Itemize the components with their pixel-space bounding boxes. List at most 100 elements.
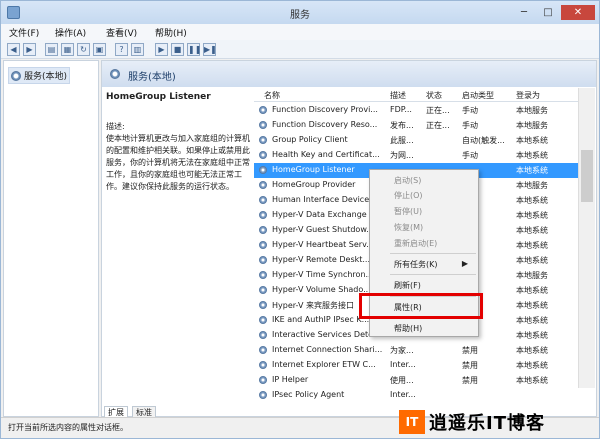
service-gear-icon [259,106,267,114]
pause-icon[interactable]: ❚❚ [187,43,201,56]
table-row[interactable]: Group Policy Client 此服... 自动(触发... 本地系统 [254,133,584,148]
cell-logon-as: 本地系统 [516,136,548,145]
stop-icon[interactable]: ■ [171,43,184,56]
service-gear-icon [259,151,267,159]
cell-description: Inter... [390,360,416,369]
ctx-pause[interactable]: 暂停(U) [394,206,422,217]
submenu-arrow-icon: ▶ [461,259,468,268]
close-button[interactable]: ✕ [561,5,595,20]
cell-name: Function Discovery Reso... [272,120,378,129]
watermark-text: 逍遥乐IT博客 [429,412,545,434]
gear-icon [110,69,120,79]
service-gear-icon [259,121,267,129]
ctx-restart[interactable]: 重新启动(E) [394,238,437,249]
menu-action[interactable]: 操作(A) [55,26,86,39]
export-icon[interactable]: ▣ [93,43,106,56]
service-gear-icon [259,241,267,249]
restart-icon[interactable]: ▶❚ [203,43,217,56]
vertical-scrollbar[interactable] [578,88,595,388]
ctx-all-tasks[interactable]: 所有任务(K) [394,259,438,270]
cell-logon-as: 本地系统 [516,346,548,355]
menu-bar: 文件(F) 操作(A) 查看(V) 帮助(H) [1,24,599,40]
highlight-frame [359,293,483,319]
cell-startup-type: 禁用 [462,361,478,370]
cell-status: 正在... [426,121,450,130]
service-gear-icon [259,136,267,144]
service-gear-icon [259,196,267,204]
cell-name: Hyper-V Data Exchange ... [272,210,377,219]
cell-name: Hyper-V Remote Deskt... [272,255,371,264]
column-description[interactable]: 描述 [390,90,406,101]
ctx-refresh[interactable]: 刷新(F) [394,280,421,291]
table-row[interactable]: IP Helper 使用... 禁用 本地系统 [254,373,584,388]
cell-logon-as: 本地系统 [516,166,548,175]
cell-logon-as: 本地系统 [516,196,548,205]
column-logon-as[interactable]: 登录为 [516,90,540,101]
cell-status: 正在... [426,106,450,115]
ctx-stop[interactable]: 停止(O) [394,190,423,201]
cell-logon-as: 本地系统 [516,331,548,340]
cell-startup-type: 自动(触发... [462,136,505,145]
cell-logon-as: 本地服务 [516,271,548,280]
table-row[interactable]: Function Discovery Reso... 发布... 正在... 手动 本地… [254,118,584,133]
table-row[interactable]: Internet Explorer ETW C... Inter... 禁用 本地系统 [254,358,584,373]
cell-name: Hyper-V Time Synchron... [272,270,374,279]
cell-name: Internet Explorer ETW C... [272,360,376,369]
maximize-button[interactable]: □ [537,5,559,20]
table-row[interactable]: Internet Connection Shari... 为家... 禁用 本地系统 [254,343,584,358]
cell-name: HomeGroup Listener [272,165,355,174]
cell-name: Hyper-V Guest Shutdow... [272,225,374,234]
panel-title: 服务(本地) [128,72,176,83]
show-hide-icon[interactable]: ▤ [45,43,58,56]
minimize-button[interactable]: ─ [513,5,535,20]
ctx-resume[interactable]: 恢复(M) [394,222,423,233]
cell-logon-as: 本地系统 [516,376,548,385]
cell-startup-type: 手动 [462,106,478,115]
service-gear-icon [259,181,267,189]
cell-description: Inter... [390,390,416,399]
gear-icon [11,70,21,81]
service-gear-icon [259,286,267,294]
cell-logon-as: 本地服务 [516,121,548,130]
cell-logon-as: 本地系统 [516,361,548,370]
services-panel: 服务(本地) HomeGroup Listener 描述: 使本地计算机更改与加… [101,60,597,418]
back-icon[interactable]: ◀ [7,43,20,56]
cell-name: IP Helper [272,375,309,384]
cell-logon-as: 本地系统 [516,286,548,295]
menu-help[interactable]: 帮助(H) [155,26,187,39]
menu-separator [390,253,476,254]
cell-logon-as: 本地服务 [516,106,548,115]
service-gear-icon [259,226,267,234]
table-row[interactable]: IPsec Policy Agent Inter... [254,388,584,403]
properties-icon[interactable]: ▥ [131,43,144,56]
view-icon[interactable]: ▦ [61,43,74,56]
column-status[interactable]: 状态 [426,90,442,101]
column-startup-type[interactable]: 启动类型 [462,90,494,101]
play-icon[interactable]: ▶ [155,43,168,56]
cell-logon-as: 本地系统 [516,301,548,310]
cell-description: 使用... [390,376,414,385]
forward-icon[interactable]: ▶ [23,43,36,56]
table-row[interactable]: Function Discovery Provi... FDP... 正在... 手动… [254,103,584,118]
toolbar: ◀ ▶ ▤ ▦ ↻ ▣ ? ▥ ▶ ■ ❚❚ ▶❚ [1,40,599,59]
cell-description: 为家... [390,346,414,355]
services-window: 服务 ─ □ ✕ 文件(F) 操作(A) 查看(V) 帮助(H) ◀ ▶ ▤ ▦… [0,0,600,439]
help-icon[interactable]: ? [115,43,128,56]
column-name[interactable]: 名称 [264,90,280,101]
table-row[interactable]: Health Key and Certificat... 为网... 手动 本地系统 [254,148,584,163]
service-gear-icon [259,361,267,369]
service-gear-icon [259,256,267,264]
scroll-thumb[interactable] [581,150,593,202]
cell-logon-as: 本地系统 [516,226,548,235]
tree-item-local-services[interactable]: 服务(本地) [8,67,71,84]
cell-startup-type: 禁用 [462,376,478,385]
navigation-tree: 服务(本地) [3,60,99,417]
ctx-start[interactable]: 启动(S) [394,175,421,186]
description-service-name: HomeGroup Listener [106,92,211,102]
watermark: IT 逍遥乐IT博客 [399,405,597,438]
menu-file[interactable]: 文件(F) [9,26,39,39]
menu-view[interactable]: 查看(V) [106,26,137,39]
cell-name: Health Key and Certificat... [272,150,380,159]
refresh-icon[interactable]: ↻ [77,43,90,56]
ctx-help[interactable]: 帮助(H) [394,323,422,334]
